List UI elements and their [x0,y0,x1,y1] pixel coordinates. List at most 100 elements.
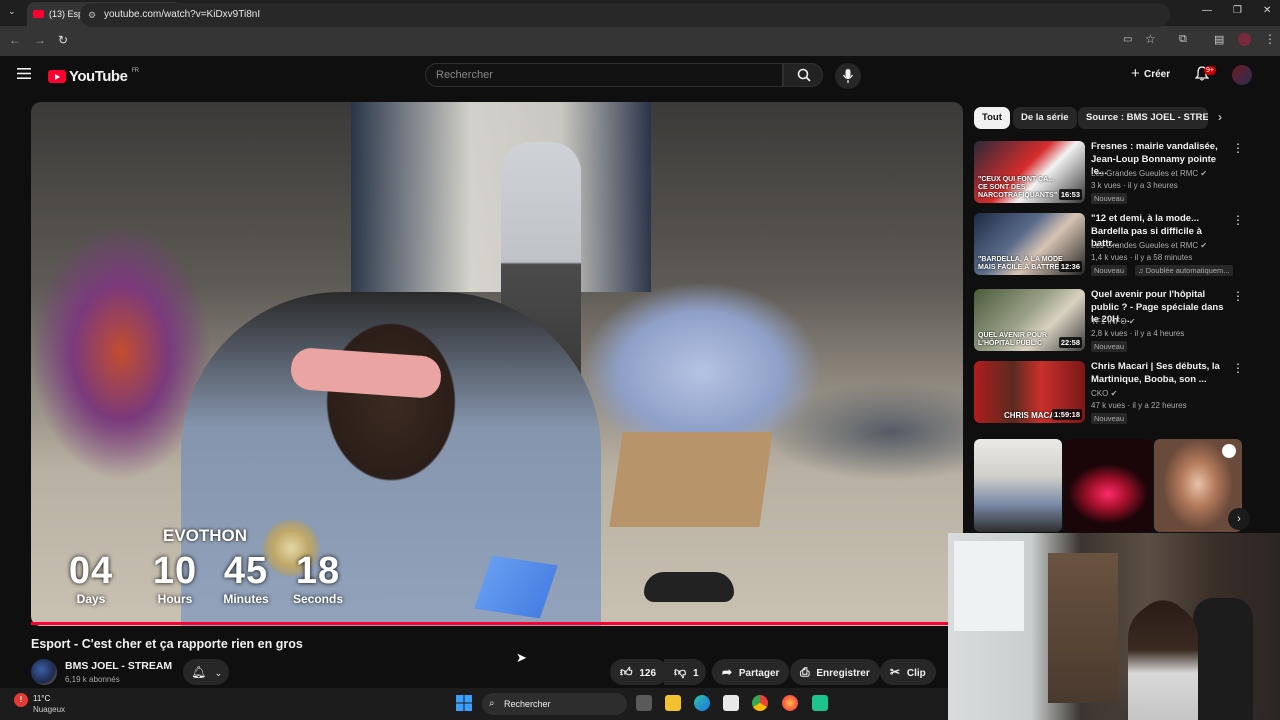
shorts-next-button[interactable]: › [1228,508,1250,530]
more-options-icon[interactable]: ⋮ [1232,361,1244,375]
verified-icon: ✔ [1200,169,1208,178]
channel-name[interactable]: BMS JOEL - STREAM [65,660,172,672]
close-window-button[interactable]: ✕ [1263,5,1271,16]
extensions-icon[interactable]: ⧉ [1179,33,1187,46]
dislike-button[interactable]: 👎︎ 1 [664,659,706,685]
video-player[interactable]: EVOTHON 04 Days 10 Hours 45 Minutes 18 S… [31,102,963,626]
chrome-icon[interactable] [752,695,768,711]
countdown-event-title: EVOTHON [163,526,248,545]
new-badge: Nouveau [1091,265,1128,276]
video-scene-box [609,432,773,527]
like-button[interactable]: 👍︎ 126 [610,659,668,685]
recommendation-channel[interactable]: Les Grandes Gueules et RMC ✔ [1091,169,1207,178]
edge-icon[interactable] [694,695,710,711]
save-button[interactable]: ⎙ Enregistrer [790,659,880,685]
recommendation-thumbnail[interactable]: CHRIS MACARI 1:59:18 [974,361,1085,423]
recommendation-item[interactable]: "BARDELLA, À LA MODE MAIS FACILE À BATTR… [974,213,1274,281]
recommendation-item[interactable]: "CEUX QUI FONT ÇA... CE SONT DES NARCOTR… [974,141,1274,209]
youtube-logo[interactable]: YouTube FR [48,68,139,85]
app-icon[interactable] [812,695,828,711]
site-info-icon[interactable]: ⚙ [88,3,96,27]
recommendation-meta: 2,8 k vues · il y a 4 heures [1091,329,1185,338]
address-bar-row [0,26,1280,56]
chevron-down-icon: ⌄ [214,668,223,678]
recommendation-thumbnail[interactable]: "CEUX QUI FONT ÇA... CE SONT DES NARCOTR… [974,141,1085,203]
video-duration: 1:59:18 [1052,409,1082,420]
share-label: Partager [738,668,780,679]
webcam-shelf [1048,553,1118,703]
minimize-button[interactable]: — [1202,5,1212,16]
region-code: FR [131,68,139,74]
chevron-right-icon[interactable]: › [1218,110,1222,124]
weather-alert-icon: ! [14,693,28,707]
back-button[interactable]: ← [9,33,21,47]
save-label: Enregistrer [816,668,870,679]
recommendation-item[interactable]: QUEL AVENIR POUR L'HÔPITAL PUBLIC 22:58 … [974,289,1274,357]
profile-icon[interactable] [1238,33,1251,46]
task-view-icon[interactable] [636,695,652,711]
weather-description[interactable]: Nuageux [33,705,65,714]
subscription-bell-button[interactable]: 🔔︎ ⌄ [183,659,229,685]
cast-icon[interactable]: ▭ [1123,34,1132,45]
taskbar-search[interactable]: ⌕ Rechercher [482,693,627,715]
webcam-chair [1193,598,1253,720]
search-icon [1222,444,1236,458]
account-avatar[interactable] [1232,65,1252,85]
search-input[interactable]: Rechercher [425,63,783,87]
video-progress-bar[interactable] [31,622,963,625]
like-count: 126 [639,668,657,679]
more-options-icon[interactable]: ⋮ [1232,141,1244,155]
youtube-logo-text: YouTube [69,68,128,85]
store-icon[interactable] [723,695,739,711]
plus-icon: + [1131,65,1140,82]
recommendation-thumbnail[interactable]: "BARDELLA, À LA MODE MAIS FACILE À BATTR… [974,213,1085,275]
chip-all[interactable]: Tout [974,107,1010,129]
thumbs-down-icon: 👎︎ [674,665,687,679]
recommendation-item[interactable]: CHRIS MACARI 1:59:18 Chris Macari | Ses … [974,361,1274,429]
countdown-minutes-value: 45 [223,550,269,592]
mouse-cursor-icon: ➤ [516,650,527,665]
countdown-days-label: Days [76,592,106,606]
channel-avatar[interactable] [31,659,57,685]
short-item[interactable] [974,439,1062,532]
windows-start-icon[interactable] [456,695,472,711]
auto-dubbed-label: Doublée automatiquem... [1145,266,1230,275]
recommendation-thumbnail[interactable]: QUEL AVENIR POUR L'HÔPITAL PUBLIC 22:58 [974,289,1085,351]
recommendation-channel[interactable]: TF1 INFO ✔ [1091,317,1136,326]
chip-source[interactable]: Source : BMS JOEL - STREA [1078,107,1208,129]
clip-button[interactable]: ✂ Clip [880,659,936,685]
taskbar-search-label: Rechercher [504,699,551,709]
browser-menu-icon[interactable]: ⋮ [1264,32,1276,46]
url-field[interactable]: ⚙ youtube.com/watch?v=KiDxv9Ti8nI [80,3,1170,27]
weather-temperature[interactable]: 11°C [33,694,50,703]
microphone-icon [843,69,853,83]
new-badge: Nouveau [1091,413,1128,424]
chip-series[interactable]: De la série [1013,107,1077,129]
file-explorer-icon[interactable] [665,695,681,711]
hamburger-menu-icon[interactable] [17,68,31,79]
search-button[interactable] [783,63,823,87]
share-button[interactable]: ➦ Partager [712,659,790,685]
new-badge: Nouveau [1091,193,1128,204]
maximize-button[interactable]: ❐ [1233,5,1242,16]
firefox-icon[interactable] [782,695,798,711]
bookmark-star-icon[interactable]: ☆ [1145,32,1156,46]
short-item[interactable] [1064,439,1152,532]
countdown-minutes: 45 Minutes [215,550,277,606]
create-button[interactable]: + Créer [1128,65,1170,85]
video-duration: 16:53 [1058,189,1082,200]
more-options-icon[interactable]: ⋮ [1232,289,1244,303]
forward-button[interactable]: → [34,33,46,47]
sidebar-icon[interactable]: ▤ [1214,33,1224,46]
voice-search-button[interactable] [835,63,861,89]
tab-list-button[interactable]: ⌄ [8,6,16,17]
recommendation-channel[interactable]: CKO ✔ [1091,389,1117,398]
more-options-icon[interactable]: ⋮ [1232,213,1244,227]
recommendation-title[interactable]: Chris Macari | Ses débuts, la Martinique… [1091,361,1226,386]
webcam-window [954,541,1024,631]
dubbing-icon: ♫ [1138,266,1144,275]
recommendation-channel[interactable]: Les Grandes Gueules et RMC ✔ [1091,241,1207,250]
reload-button[interactable]: ↻ [58,33,68,47]
countdown-hours-label: Hours [157,592,193,606]
share-icon: ➦ [722,665,733,679]
